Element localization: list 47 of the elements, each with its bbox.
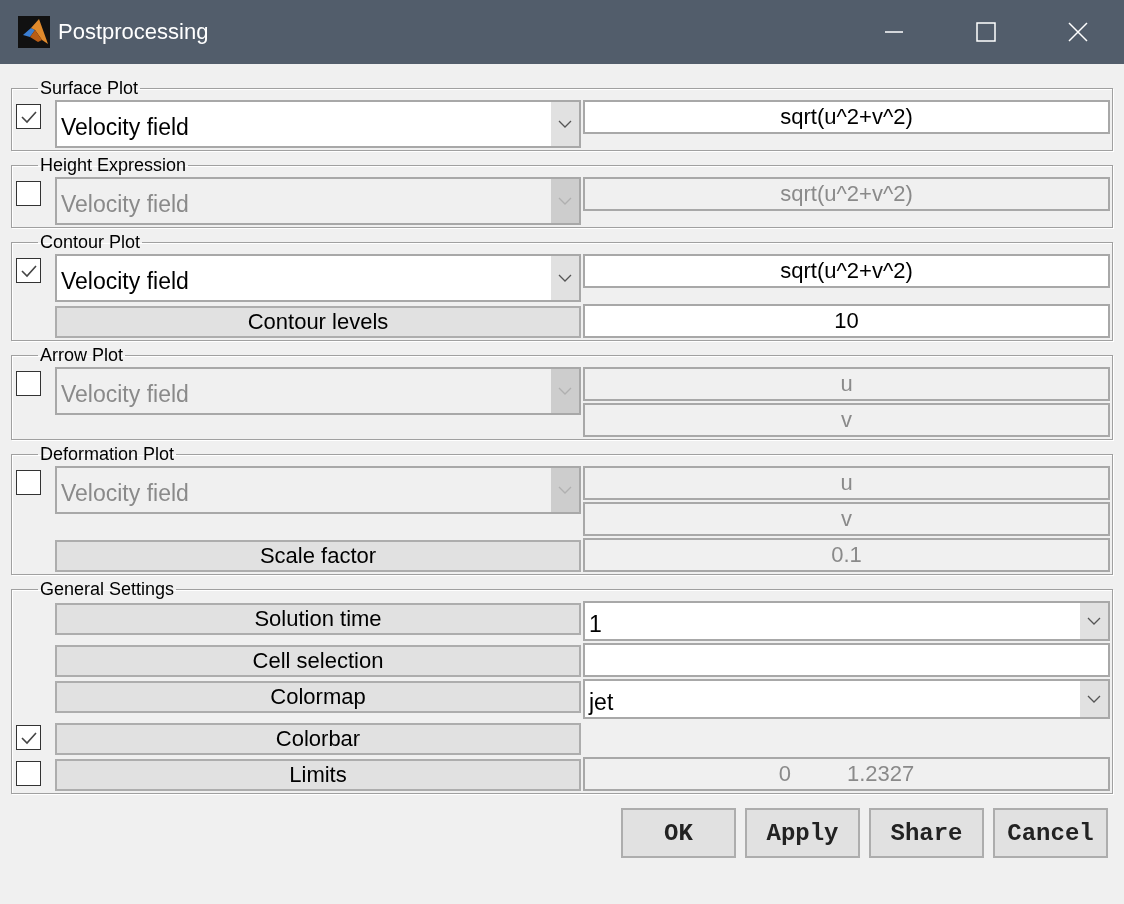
maximize-icon	[976, 22, 996, 42]
field-label: Cell selection	[55, 645, 581, 677]
window-title: Postprocessing	[58, 19, 210, 45]
field-label: Colormap	[55, 681, 581, 713]
input-field[interactable]: sqrt(u^2+v^2)	[583, 254, 1110, 288]
group-title: Height Expression	[39, 155, 188, 175]
field-label: Colorbar	[55, 723, 581, 755]
checkbox[interactable]	[16, 104, 41, 129]
checkbox[interactable]	[16, 470, 41, 495]
dialog-button[interactable]: Apply	[745, 808, 860, 858]
field-label: Limits	[55, 759, 581, 791]
chevron-down-icon	[1087, 695, 1101, 703]
close-icon	[1068, 22, 1088, 42]
checkmark-icon	[19, 109, 38, 124]
checkbox[interactable]	[16, 181, 41, 206]
minimize-icon	[884, 31, 904, 33]
dropdown[interactable]: 1	[583, 601, 1110, 641]
dialog-button[interactable]: Share	[869, 808, 984, 858]
input-field[interactable]: 10	[583, 304, 1110, 338]
chevron-down-icon	[558, 274, 572, 282]
checkbox[interactable]	[16, 725, 41, 750]
field-label: Solution time	[55, 603, 581, 635]
chevron-down-icon	[1087, 617, 1101, 625]
checkmark-icon	[19, 263, 38, 278]
dialog-button[interactable]: Cancel	[993, 808, 1108, 858]
checkbox[interactable]	[16, 258, 41, 283]
field-label: Scale factor	[55, 540, 581, 572]
field-label: Contour levels	[55, 306, 581, 338]
chevron-down-icon	[558, 387, 572, 395]
chevron-down-icon	[558, 120, 572, 128]
checkbox[interactable]	[16, 371, 41, 396]
checkmark-icon	[19, 730, 38, 745]
input-field[interactable]: sqrt(u^2+v^2)	[583, 100, 1110, 134]
dialog-button[interactable]: OK	[621, 808, 736, 858]
dropdown[interactable]: Velocity field	[55, 100, 581, 148]
dropdown[interactable]: jet	[583, 679, 1110, 719]
chevron-down-icon	[558, 486, 572, 494]
chevron-down-icon	[558, 197, 572, 205]
dropdown[interactable]: Velocity field	[55, 254, 581, 302]
input-field[interactable]	[583, 643, 1110, 677]
app-logo-icon	[18, 16, 50, 48]
group-title: Arrow Plot	[39, 345, 125, 365]
group-title: Surface Plot	[39, 78, 140, 98]
group-title: Deformation Plot	[39, 444, 176, 464]
group-title: Contour Plot	[39, 232, 142, 252]
group-title: General Settings	[39, 579, 176, 599]
checkbox[interactable]	[16, 761, 41, 786]
